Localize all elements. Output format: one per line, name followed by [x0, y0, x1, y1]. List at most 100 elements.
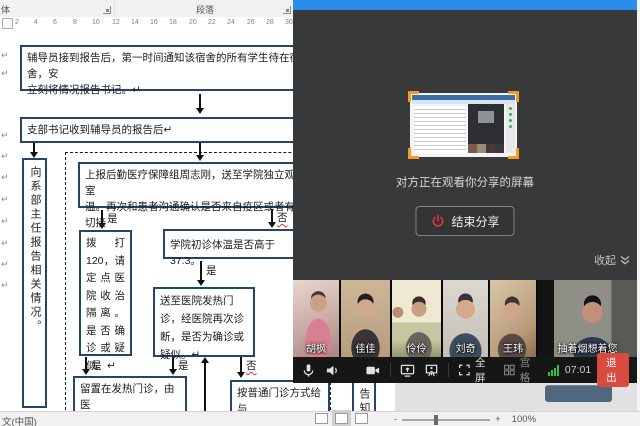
ruler-number: 24: [227, 19, 235, 26]
flow-box-secretary: 支部书记收到辅导员的报告后↵: [20, 117, 312, 143]
flow-box-notify: 告知: [352, 380, 376, 411]
thumb-document: [414, 106, 466, 153]
paragraph-dialog-launcher-icon[interactable]: [283, 6, 291, 14]
pilcrow-mark: ↵: [1, 238, 9, 249]
microphone-button[interactable]: [301, 363, 316, 378]
thumb-video-strip: [468, 144, 504, 153]
flow-box-temperature: 学院初诊体温是否高于 37.3。: [163, 229, 313, 259]
ruler-number: 16: [150, 19, 158, 26]
flow-box-text: 辅导员接到报告后，第一时间通知该宿舍的所有学生待在宿舍，安: [27, 50, 305, 82]
participant-video[interactable]: 伶伶: [392, 280, 443, 357]
toolbar-separator: [390, 363, 391, 377]
participant-video-strip: 胡枫 佳佳 伶伶 刘奇 王玮 抽着烟想着您: [293, 280, 637, 357]
pilcrow-mark: ↵: [1, 280, 9, 291]
camera-icon: [365, 363, 381, 378]
flow-box-call-120: 拨打120，请定点医院收治隔离。是否确诊或疑似。↵: [79, 230, 132, 356]
flow-label-no: 否: [277, 210, 288, 225]
exit-meeting-button[interactable]: 退出: [597, 353, 629, 387]
flow-label-yes: 是: [91, 358, 102, 373]
fullscreen-icon: [458, 363, 471, 377]
speaker-icon: [325, 363, 340, 378]
flow-box-text: 留置在发热门诊，由医: [80, 381, 180, 411]
ruler-number: 18: [169, 19, 177, 26]
print-layout-icon[interactable]: [335, 413, 348, 424]
flow-label-yes: 是: [178, 358, 189, 373]
whiteboard-icon: [424, 363, 439, 378]
pilcrow-mark: ↵: [1, 151, 9, 162]
pilcrow-mark: ↵: [1, 50, 9, 61]
ruler-number: 30: [285, 19, 293, 26]
font-group-label: 体: [1, 3, 10, 16]
ruler-number: 14: [131, 19, 139, 26]
meeting-titlebar[interactable]: [293, 0, 637, 10]
end-share-button[interactable]: 结束分享: [415, 206, 514, 236]
ruler-number: 4: [34, 19, 38, 26]
participant-video[interactable]: 王玮: [490, 280, 538, 357]
flow-box-normal-clinic: 按普通门诊方式给与 治疗，并继续保持隔离: [230, 380, 330, 411]
thumb-participant-list: [506, 104, 515, 153]
paragraph-group-label: 段落: [196, 3, 214, 16]
toolbar-separator: [448, 363, 449, 377]
ruler-number: 10: [92, 19, 100, 26]
web-layout-icon[interactable]: [355, 413, 368, 424]
pilcrow-mark: ↵: [1, 68, 9, 79]
network-signal-icon: [548, 365, 559, 376]
ruler-number: 2: [15, 19, 19, 26]
share-handle-icon: [508, 91, 519, 102]
grid-view-button[interactable]: 宫格: [503, 355, 539, 385]
participant-name: 王玮: [490, 340, 536, 355]
chevron-double-down-icon: [619, 255, 631, 266]
pilcrow-mark: ↵: [1, 130, 9, 141]
ruler-number: 22: [208, 19, 216, 26]
pilcrow-mark: ↵: [1, 172, 9, 183]
zoom-slider-thumb[interactable]: [434, 415, 438, 425]
zoom-out-button[interactable]: -: [394, 414, 397, 425]
flow-box-fever-clinic: 送至医院发热门诊，经医院再次诊断，是否为确诊或疑似。↵: [153, 287, 255, 357]
thumb-meeting-panel: [468, 104, 504, 153]
share-handle-icon: [408, 91, 419, 102]
flow-label-no: 否: [246, 358, 257, 373]
pilcrow-mark: ↵: [1, 259, 9, 270]
camera-button[interactable]: [365, 363, 381, 378]
ruler-number: 6: [53, 19, 57, 26]
end-share-label: 结束分享: [451, 213, 499, 230]
flow-box-text: 立刻将情况报告书记。↵: [27, 82, 305, 98]
meeting-toolbar: 全屏 宫格 07:01 退出: [293, 357, 637, 383]
fullscreen-button[interactable]: 全屏: [458, 355, 494, 385]
speaker-button[interactable]: [325, 363, 340, 378]
participant-video[interactable]: 胡枫: [293, 280, 341, 357]
share-screen-button[interactable]: [400, 363, 415, 378]
share-status-text: 对方正在观看你分享的屏幕: [293, 174, 637, 190]
language-indicator[interactable]: 文(中国): [2, 414, 37, 426]
flow-box-text: 支部书记收到辅导员的报告后↵: [27, 122, 305, 138]
share-handle-icon: [408, 148, 419, 159]
zoom-in-button[interactable]: +: [495, 414, 501, 425]
share-handle-icon: [508, 148, 519, 159]
grid-icon: [503, 363, 516, 377]
participant-video[interactable]: 抽着烟想着您: [538, 280, 637, 357]
ruler-number: 28: [266, 19, 274, 26]
collapse-button[interactable]: 收起: [594, 252, 631, 268]
zoom-level[interactable]: 100%: [512, 414, 536, 425]
read-mode-icon[interactable]: [315, 413, 328, 424]
pilcrow-mark: ↵: [1, 194, 9, 205]
fullscreen-label: 全屏: [475, 355, 494, 385]
flow-label-yes: 是: [206, 263, 217, 278]
flow-box-report-to-dept: 向系部主任报告相关情况。: [22, 158, 47, 408]
whiteboard-button[interactable]: [424, 363, 439, 378]
participant-name: 伶伶: [392, 340, 441, 355]
grid-view-label: 宫格: [520, 355, 539, 385]
ruler-number: 8: [73, 19, 77, 26]
word-status-bar: 文(中国) - + 100%: [0, 411, 640, 426]
ribbon-separator: [114, 1, 115, 16]
ruler-number: 20: [189, 19, 197, 26]
zoom-slider[interactable]: [402, 419, 490, 421]
font-dialog-launcher-icon[interactable]: [103, 6, 111, 14]
participant-video[interactable]: 刘奇: [443, 280, 490, 357]
flow-box-text: 上报后勤医疗保障组周志刚，送至学院独立观察室: [85, 167, 313, 199]
background-window-button[interactable]: [545, 385, 612, 402]
participant-name: 胡枫: [293, 340, 339, 355]
tab-selector-icon[interactable]: [2, 18, 13, 29]
ruler-number: 26: [247, 19, 255, 26]
participant-video[interactable]: 佳佳: [341, 280, 392, 357]
